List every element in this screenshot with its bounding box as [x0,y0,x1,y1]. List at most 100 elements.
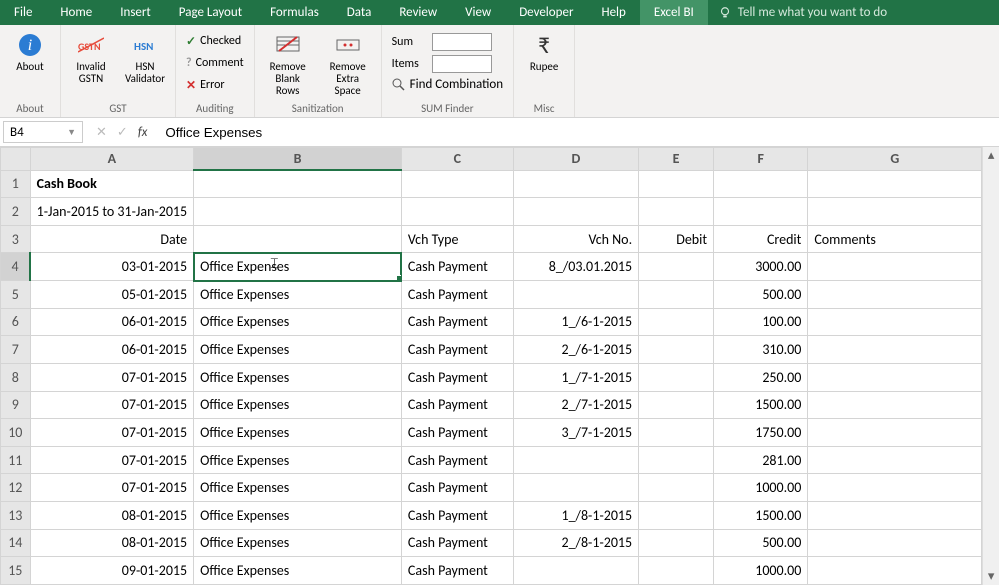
row-header[interactable]: 10 [1,419,31,447]
cell[interactable]: Vch No. [513,225,638,253]
cell[interactable]: 07-01-2015 [30,446,194,474]
remove-blank-rows-button[interactable]: Remove Blank Rows [261,29,315,99]
cell[interactable]: Debit [639,225,714,253]
name-box[interactable]: B4 ▼ [3,121,83,143]
cell[interactable]: 250.00 [714,363,808,391]
cell[interactable]: 07-01-2015 [30,391,194,419]
cell[interactable]: Cash Payment [401,529,513,557]
cell[interactable] [639,529,714,557]
cell[interactable] [639,308,714,336]
row-header[interactable]: 4 [1,253,31,281]
col-header-b[interactable]: B [194,148,402,171]
cell[interactable] [639,474,714,502]
col-header-c[interactable]: C [401,148,513,171]
tab-home[interactable]: Home [46,0,106,25]
sum-input[interactable] [432,33,492,51]
cell[interactable]: 8_/03.01.2015 [513,253,638,281]
cell[interactable]: Cash Payment [401,419,513,447]
cell[interactable] [808,557,982,585]
cell[interactable] [808,529,982,557]
cell[interactable] [513,446,638,474]
cell[interactable]: 1-Jan-2015 to 31-Jan-2015 [30,198,194,226]
cell[interactable]: 03-01-2015 [30,253,194,281]
cell[interactable]: 1500.00 [714,391,808,419]
cell[interactable] [639,253,714,281]
cell[interactable]: Cash Payment [401,502,513,530]
cell[interactable] [808,308,982,336]
cell[interactable] [194,198,402,226]
cell[interactable]: Office Expenses [194,391,402,419]
cell[interactable]: 1000.00 [714,474,808,502]
cell[interactable]: Cash Payment [401,446,513,474]
cell[interactable] [639,419,714,447]
cell[interactable] [639,446,714,474]
cell[interactable]: Office Expenses [194,419,402,447]
spreadsheet-grid[interactable]: A B C D E F G 1Cash Book21-Jan-2015 to 3… [0,147,982,585]
tab-insert[interactable]: Insert [106,0,165,25]
checked-button[interactable]: ✓Checked [186,31,244,51]
remove-extra-space-button[interactable]: Remove Extra Space [321,29,375,99]
cell[interactable] [513,281,638,309]
cell[interactable]: 500.00 [714,281,808,309]
row-header[interactable]: 8 [1,363,31,391]
row-header[interactable]: 3 [1,225,31,253]
cell[interactable]: Office Expenses [194,529,402,557]
cell[interactable]: 1_/7-1-2015 [513,363,638,391]
formula-input[interactable] [157,121,999,143]
row-header[interactable]: 15 [1,557,31,585]
cell[interactable] [808,336,982,364]
cell[interactable]: Vch Type [401,225,513,253]
vertical-scrollbar[interactable]: ▴ ▾ [982,147,999,585]
cell[interactable] [808,446,982,474]
cell[interactable] [639,363,714,391]
cell[interactable] [808,419,982,447]
invalid-gstn-button[interactable]: GSTN Invalid GSTN [67,29,115,87]
enter-formula-icon[interactable]: ✓ [117,125,128,140]
col-header-g[interactable]: G [808,148,982,171]
cell[interactable]: Office Expenses [194,502,402,530]
cell[interactable] [808,253,982,281]
cell[interactable]: 07-01-2015 [30,363,194,391]
col-header-d[interactable]: D [513,148,638,171]
cell[interactable]: Office Expenses⌶ [194,253,402,281]
cell[interactable]: Cash Book [30,170,194,198]
cell[interactable]: 281.00 [714,446,808,474]
cell[interactable] [401,170,513,198]
tab-view[interactable]: View [451,0,505,25]
cell[interactable]: Cash Payment [401,336,513,364]
row-header[interactable]: 6 [1,308,31,336]
cell[interactable]: Credit [714,225,808,253]
scroll-up-icon[interactable]: ▴ [988,147,995,164]
cell[interactable]: Cash Payment [401,557,513,585]
cell[interactable]: 100.00 [714,308,808,336]
cell[interactable]: 500.00 [714,529,808,557]
cell[interactable] [401,198,513,226]
row-header[interactable]: 5 [1,281,31,309]
tab-data[interactable]: Data [333,0,386,25]
tab-excel-bi[interactable]: Excel BI [640,0,708,25]
cell[interactable] [808,474,982,502]
cell[interactable]: Cash Payment [401,391,513,419]
find-combination-button[interactable]: Find Combination [392,77,503,92]
row-header[interactable]: 7 [1,336,31,364]
cell[interactable]: 05-01-2015 [30,281,194,309]
cell[interactable]: 06-01-2015 [30,336,194,364]
cell[interactable]: 08-01-2015 [30,502,194,530]
row-header[interactable]: 14 [1,529,31,557]
cell[interactable] [714,170,808,198]
cell[interactable] [513,198,638,226]
cell[interactable] [808,198,982,226]
cell[interactable]: 2_/7-1-2015 [513,391,638,419]
cell[interactable] [639,557,714,585]
cell[interactable]: Comments [808,225,982,253]
cell[interactable]: Cash Payment [401,281,513,309]
col-header-f[interactable]: F [714,148,808,171]
error-button[interactable]: ✕Error [186,75,244,95]
cell[interactable] [194,170,402,198]
cell[interactable]: 09-01-2015 [30,557,194,585]
cell[interactable] [639,336,714,364]
cell[interactable]: Office Expenses [194,363,402,391]
cell[interactable]: 3_/7-1-2015 [513,419,638,447]
cell[interactable]: 07-01-2015 [30,419,194,447]
cell[interactable]: Cash Payment [401,474,513,502]
